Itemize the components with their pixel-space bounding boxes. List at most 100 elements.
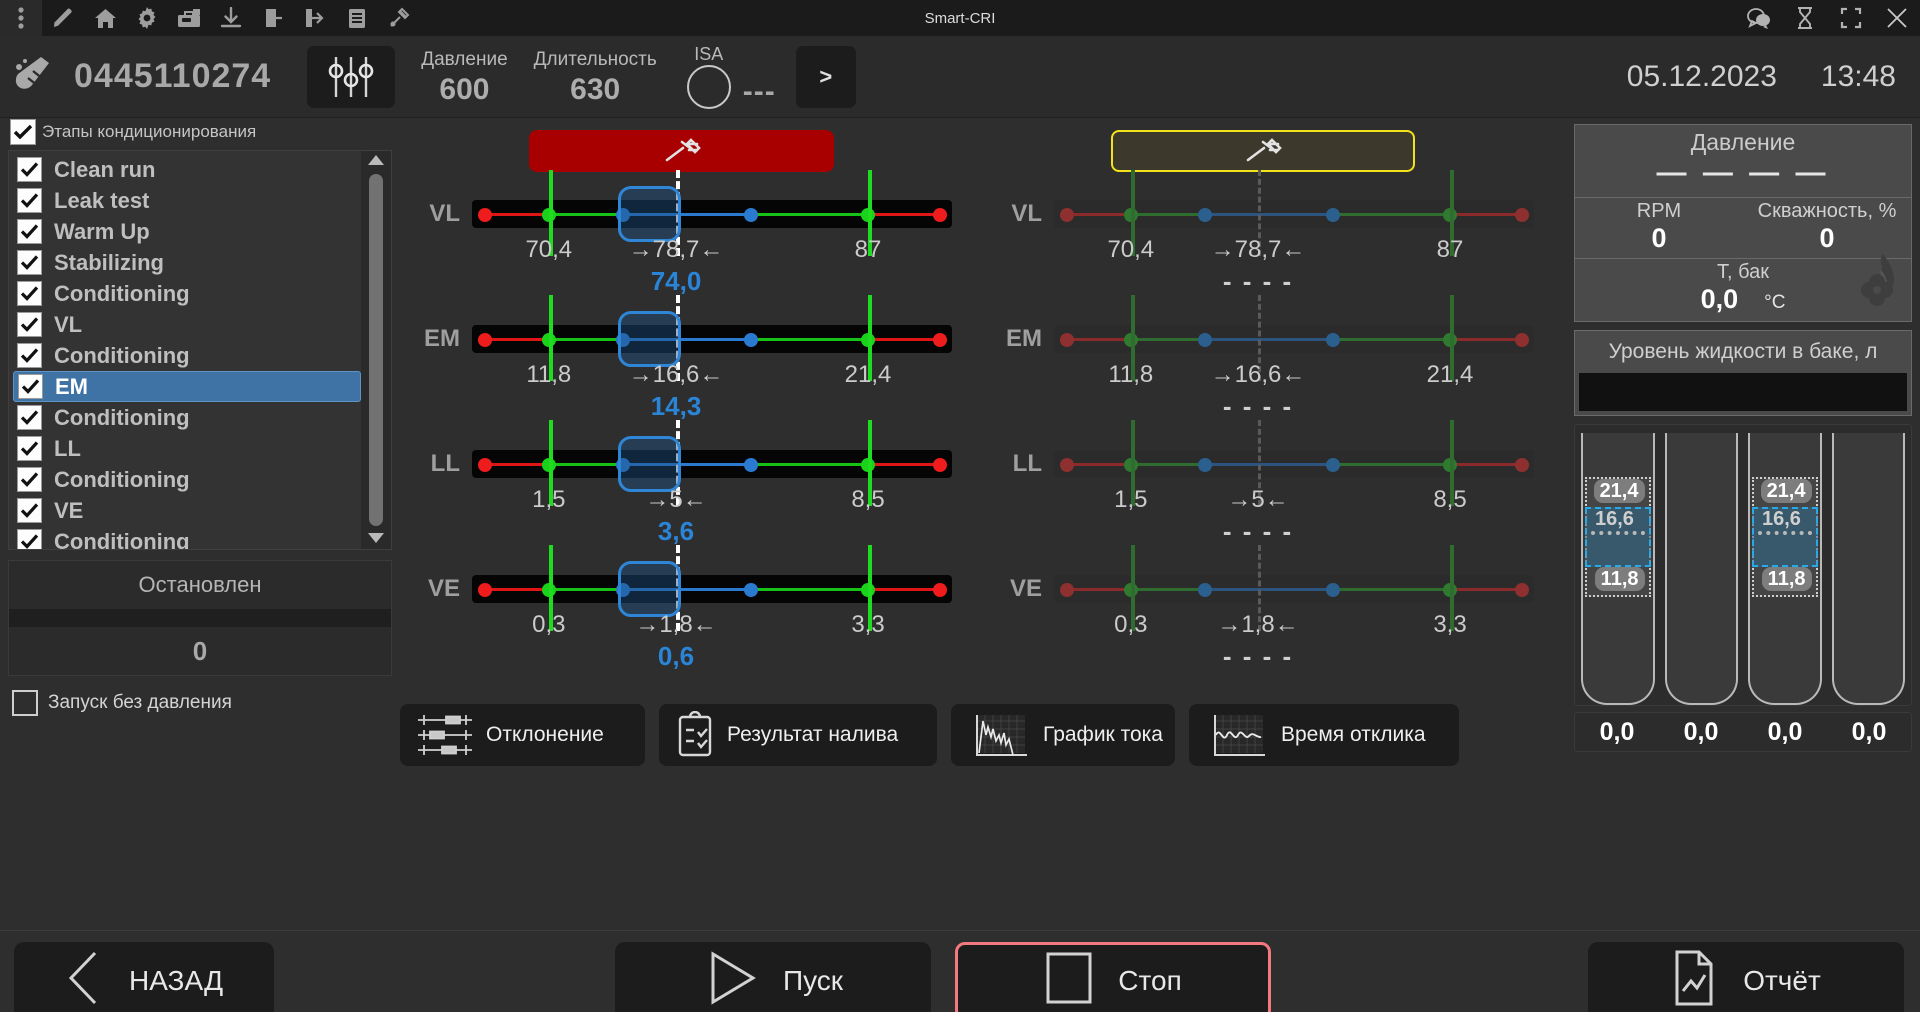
dot-max: [1514, 458, 1529, 472]
stage-item-checkbox[interactable]: [17, 467, 42, 492]
test-tubes-panel: 21,4 16,6 11,8 21,4 16,6 11,8: [1574, 424, 1912, 706]
gauge-track[interactable]: [472, 420, 952, 506]
gauge-right[interactable]: EM 11,8 →16,6← 21,4 - - - -: [982, 295, 1567, 430]
gauge-min-label: 1,5: [532, 486, 566, 513]
gauge-track[interactable]: [1054, 420, 1534, 506]
export-icon[interactable]: [294, 0, 336, 36]
injector-tools-icon[interactable]: [378, 0, 420, 36]
segment-low-red: [486, 213, 549, 216]
gauge-right[interactable]: VE 0,3 →1,8← 3,3 - - - -: [982, 545, 1567, 680]
header-duration[interactable]: Длительность 630: [534, 47, 657, 107]
test-tube[interactable]: [1664, 433, 1738, 705]
chevron-down-icon[interactable]: [367, 532, 385, 546]
stage-item[interactable]: Conditioning: [13, 278, 361, 309]
stage-item[interactable]: Stabilizing: [13, 247, 361, 278]
header-pressure[interactable]: Давление 600: [421, 47, 507, 107]
start-button-label: Пуск: [782, 964, 844, 996]
gauge-track[interactable]: [472, 295, 952, 381]
stage-item[interactable]: Conditioning: [13, 464, 361, 495]
stage-item-checkbox[interactable]: [17, 498, 42, 523]
stage-item-checkbox[interactable]: [17, 312, 42, 337]
dots-menu-icon[interactable]: [0, 0, 42, 36]
start-button[interactable]: Пуск: [615, 941, 931, 1012]
stage-item-checkbox[interactable]: [17, 436, 42, 461]
gauge-track[interactable]: [1054, 170, 1534, 256]
deviation-button[interactable]: Отклонение: [400, 704, 645, 766]
stage-item-checkbox[interactable]: [17, 219, 42, 244]
gauge-track[interactable]: [472, 170, 952, 256]
gear-icon[interactable]: [126, 0, 168, 36]
stage-item-checkbox[interactable]: [17, 250, 42, 275]
download-icon[interactable]: [210, 0, 252, 36]
test-tube[interactable]: 21,4 16,6 11,8: [1748, 433, 1822, 705]
stage-item-checkbox[interactable]: [17, 188, 42, 213]
stage-item[interactable]: Conditioning: [13, 526, 361, 550]
segment-low-red: [1068, 338, 1131, 341]
toolbox-icon[interactable]: [168, 0, 210, 36]
dot-high-tol: [743, 333, 758, 347]
fill-result-button[interactable]: Результат налива: [659, 704, 937, 766]
stage-item[interactable]: Conditioning: [13, 402, 361, 433]
gauge-track[interactable]: [472, 545, 952, 631]
report-button[interactable]: Отчёт: [1588, 941, 1904, 1012]
stage-item-checkbox[interactable]: [17, 343, 42, 368]
stage-item[interactable]: Warm Up: [13, 216, 361, 247]
back-button[interactable]: НАЗАД: [14, 941, 274, 1012]
clipboard-icon[interactable]: [336, 0, 378, 36]
stage-item-checkbox[interactable]: [18, 374, 43, 399]
stage-item[interactable]: EM: [13, 371, 361, 402]
stage-item[interactable]: Clean run: [13, 154, 361, 185]
duty-label: Скважность, %: [1757, 200, 1897, 222]
stage-item-checkbox[interactable]: [17, 157, 42, 182]
hourglass-icon[interactable]: [1782, 0, 1828, 36]
stage-item[interactable]: Leak test: [13, 185, 361, 216]
header-isa[interactable]: ISA ---: [686, 44, 776, 109]
gauge-left[interactable]: EM 11,8 →16,6← 21,4 14,3: [400, 295, 985, 430]
stage-item-checkbox[interactable]: [17, 405, 42, 430]
next-page-button[interactable]: >: [795, 45, 856, 108]
close-icon[interactable]: [1874, 0, 1920, 36]
gauge-max-label: 87: [854, 236, 882, 263]
stage-list-scrollbar[interactable]: [361, 151, 391, 549]
import-icon[interactable]: [252, 0, 294, 36]
gauge-track[interactable]: [1054, 295, 1534, 381]
response-time-button[interactable]: Время отклика: [1189, 704, 1459, 766]
chat-icon[interactable]: [1736, 0, 1782, 36]
injector-banner-right[interactable]: [1111, 130, 1415, 172]
gauge-track[interactable]: [1054, 545, 1534, 631]
stage-item-label: Stabilizing: [54, 249, 164, 275]
rpm-label: RPM: [1636, 200, 1682, 222]
gauge-left[interactable]: LL 1,5 →5← 8,5 3,6: [400, 420, 985, 555]
gauge-left[interactable]: VE 0,3 →1,8← 3,3 0,6: [400, 545, 985, 680]
scrollbar-thumb[interactable]: [369, 174, 383, 526]
sliders-icon[interactable]: [307, 45, 396, 108]
stage-item-checkbox[interactable]: [17, 529, 42, 549]
tank-level-panel: Уровень жидкости в баке, л: [1574, 330, 1912, 416]
current-graph-button[interactable]: График тока: [951, 704, 1175, 766]
no-pressure-option[interactable]: Запуск без давления: [12, 690, 400, 716]
title-bar: Smart-CRI: [0, 0, 1920, 36]
pencil-icon[interactable]: [42, 0, 84, 36]
stage-item[interactable]: LL: [13, 433, 361, 464]
injector-banner-left[interactable]: [529, 130, 834, 172]
stage-item-label: Conditioning: [54, 528, 190, 550]
home-icon[interactable]: [84, 0, 126, 36]
stage-item[interactable]: VL: [13, 309, 361, 340]
stage-item[interactable]: Conditioning: [13, 340, 361, 371]
stop-button[interactable]: Стоп: [955, 941, 1271, 1012]
pressure-readout-panel: Давление — — — — RPM 0 Скважность, % 0 Т…: [1574, 124, 1912, 322]
stages-header-checkbox[interactable]: [10, 119, 36, 145]
test-tube[interactable]: 21,4 16,6 11,8: [1581, 433, 1655, 705]
fullscreen-icon[interactable]: [1828, 0, 1874, 36]
no-pressure-checkbox[interactable]: [12, 690, 38, 716]
stage-item-checkbox[interactable]: [17, 281, 42, 306]
stage-item[interactable]: VE: [13, 495, 361, 526]
dot-max: [1514, 208, 1529, 222]
stages-header[interactable]: Этапы кондиционирования: [0, 118, 400, 146]
gauge-right[interactable]: VL 70,4 →78,7← 87 - - - -: [982, 170, 1567, 305]
gauge-right[interactable]: LL 1,5 →5← 8,5 - - - -: [982, 420, 1567, 555]
gauge-row-label: LL: [430, 450, 460, 477]
chevron-up-icon[interactable]: [367, 154, 385, 168]
gauge-left[interactable]: VL 70,4 →78,7← 87 74,0: [400, 170, 985, 305]
test-tube[interactable]: [1831, 433, 1905, 705]
